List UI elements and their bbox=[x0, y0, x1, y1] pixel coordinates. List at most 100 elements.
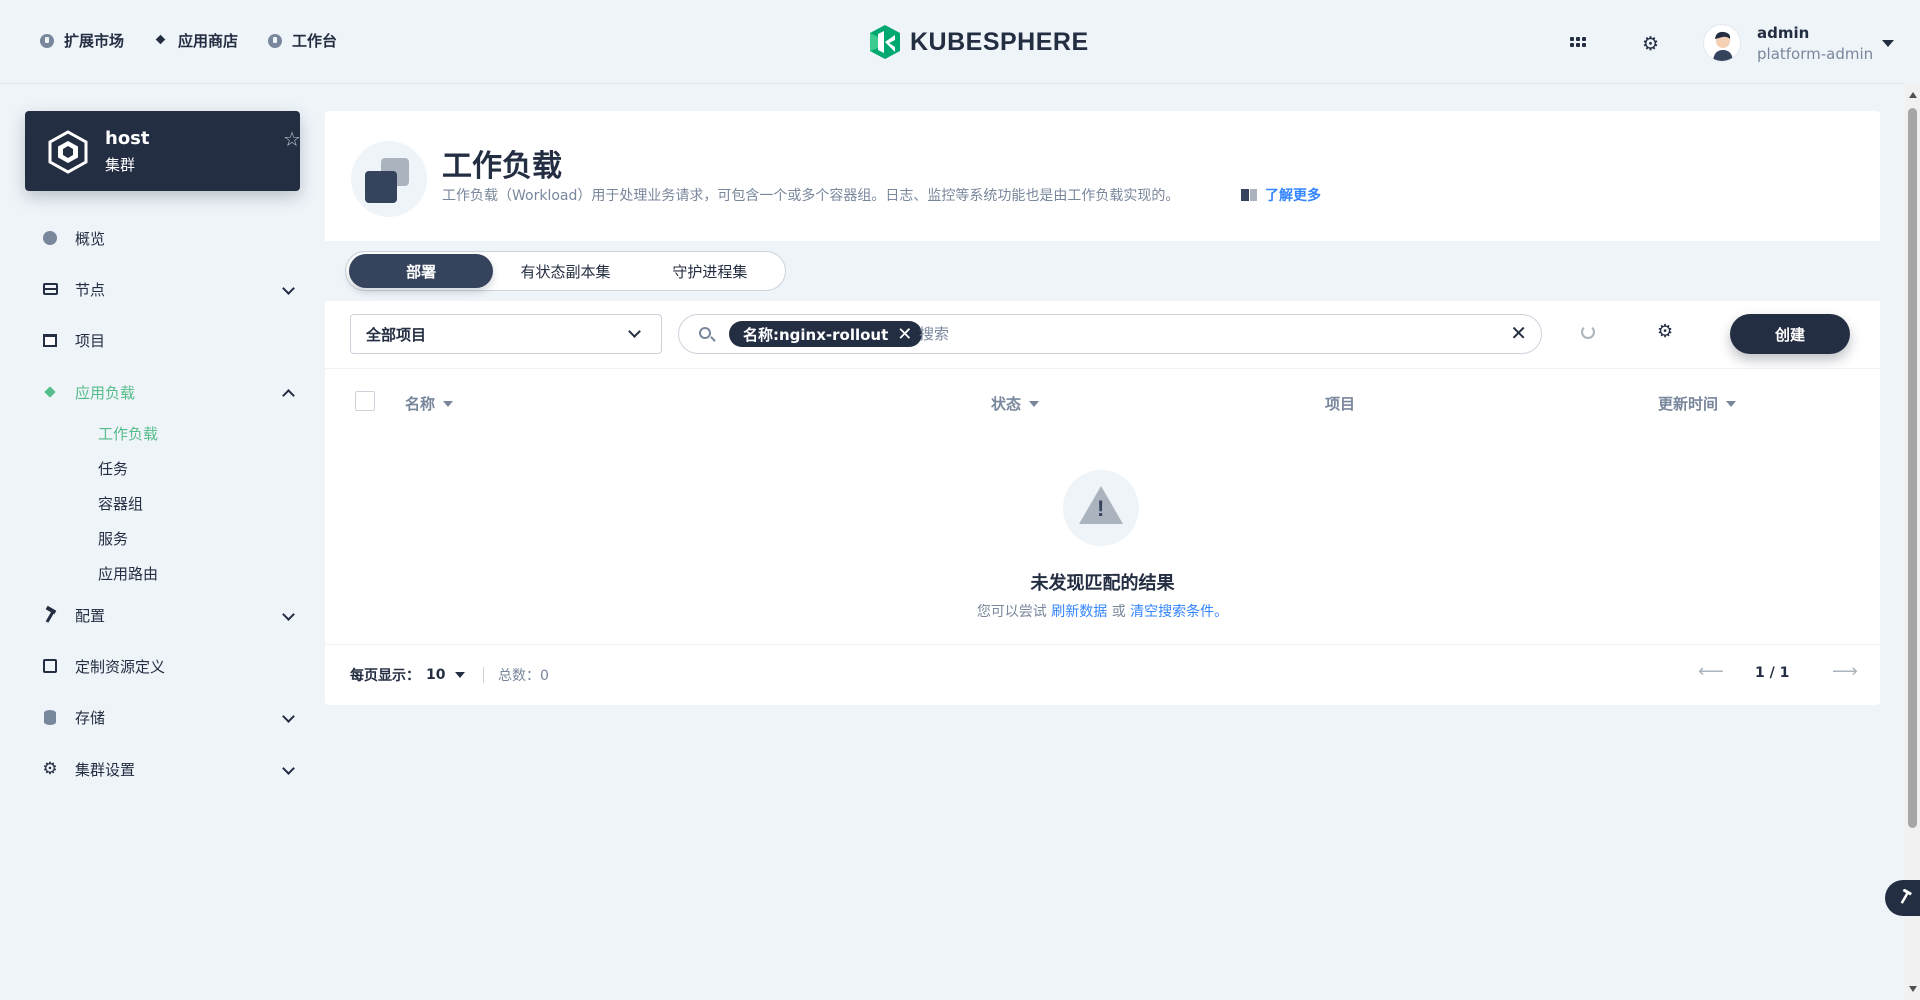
sort-caret-icon bbox=[1029, 400, 1040, 407]
total-label: 总数： bbox=[498, 668, 540, 684]
search-input[interactable] bbox=[919, 323, 1479, 345]
sidebar-item-label: 配置 bbox=[75, 606, 106, 625]
project-select-value: 全部项目 bbox=[366, 325, 427, 344]
nav-workbench[interactable]: 工作台 bbox=[268, 30, 337, 51]
chevron-down-icon bbox=[455, 672, 466, 678]
column-header-updated-time[interactable]: 更新时间 bbox=[1658, 393, 1737, 414]
create-button[interactable]: 创建 bbox=[1730, 314, 1850, 354]
favorite-star-icon[interactable]: ☆ bbox=[283, 127, 301, 151]
top-nav: 扩展市场 应用商店 工作台 bbox=[40, 30, 337, 51]
scroll-up-arrow-icon[interactable] bbox=[1909, 92, 1917, 98]
storage-icon bbox=[42, 709, 58, 725]
learn-more-link[interactable]: 了解更多 bbox=[1241, 185, 1321, 205]
sort-caret-icon bbox=[443, 400, 454, 407]
kubesphere-logo[interactable]: KUBESPHERE bbox=[868, 24, 1089, 60]
sidebar-item-overview[interactable]: 概览 bbox=[25, 223, 300, 253]
clear-search-icon[interactable]: ✕ bbox=[1510, 321, 1527, 345]
book-icon bbox=[1241, 189, 1257, 201]
column-header-name[interactable]: 名称 bbox=[405, 393, 454, 414]
sort-caret-icon bbox=[1726, 400, 1737, 407]
chevron-down-icon bbox=[282, 710, 295, 723]
sidebar-item-crd[interactable]: 定制资源定义 bbox=[25, 651, 300, 681]
overview-icon bbox=[42, 230, 58, 246]
sidebar-item-nodes[interactable]: 节点 bbox=[25, 274, 300, 304]
column-header-label: 项目 bbox=[1325, 395, 1356, 413]
close-icon[interactable]: ✕ bbox=[897, 324, 912, 345]
scroll-thumb[interactable] bbox=[1908, 108, 1917, 828]
empty-result-hint: 您可以尝试 刷新数据 或 清空搜索条件。 bbox=[325, 601, 1880, 621]
workload-type-tabs: 部署 有状态副本集 守护进程集 bbox=[345, 251, 786, 291]
sidebar-item-label: 存储 bbox=[75, 708, 106, 727]
configuration-icon bbox=[42, 607, 58, 623]
toolbox-button[interactable] bbox=[1885, 880, 1920, 916]
sidebar-item-cluster-settings[interactable]: ⚙ 集群设置 bbox=[25, 754, 300, 784]
select-all-checkbox[interactable] bbox=[355, 391, 375, 411]
empty-result-title: 未发现匹配的结果 bbox=[1030, 573, 1175, 594]
cluster-settings-icon: ⚙ bbox=[42, 758, 58, 779]
tab-deployments[interactable]: 部署 bbox=[349, 254, 494, 288]
sidebar-item-label: 集群设置 bbox=[75, 760, 136, 779]
sidebar-subitem-services[interactable]: 服务 bbox=[98, 528, 128, 549]
cluster-subtitle: 集群 bbox=[105, 156, 136, 174]
cluster-card[interactable]: host 集群 ☆ bbox=[25, 111, 301, 191]
nav-extension-market-label: 扩展市场 bbox=[64, 32, 125, 50]
top-header: 扩展市场 应用商店 工作台 KUBESPHERE ⚙ admin platfor… bbox=[0, 0, 1905, 84]
column-header-project: 项目 bbox=[1325, 393, 1355, 414]
sidebar-subitem-workloads[interactable]: 工作负载 bbox=[98, 423, 158, 444]
nav-app-store[interactable]: 应用商店 bbox=[154, 30, 238, 51]
page-banner: 工作负载 工作负载（Workload）用于处理业务请求，可包含一个或多个容器组。… bbox=[325, 111, 1880, 241]
sidebar-item-configuration[interactable]: 配置 bbox=[25, 600, 300, 630]
learn-more-label: 了解更多 bbox=[1265, 188, 1321, 204]
tab-daemonsets[interactable]: 守护进程集 bbox=[638, 254, 782, 288]
clear-search-link[interactable]: 清空搜索条件。 bbox=[1130, 604, 1228, 620]
user-menu-caret-icon[interactable] bbox=[1882, 40, 1894, 47]
table-settings-gear-icon[interactable]: ⚙ bbox=[1657, 321, 1673, 342]
sidebar-item-app-workloads[interactable]: 应用负载 bbox=[25, 377, 300, 407]
cluster-name: host bbox=[105, 128, 150, 149]
column-header-label: 状态 bbox=[991, 395, 1022, 413]
chevron-down-icon bbox=[282, 282, 295, 295]
next-page-arrow-icon[interactable]: ⟶ bbox=[1832, 661, 1858, 682]
filter-tag[interactable]: 名称:nginx-rollout ✕ bbox=[729, 321, 923, 347]
app-workloads-icon bbox=[42, 384, 58, 400]
nav-workbench-label: 工作台 bbox=[292, 32, 338, 50]
per-page-value: 10 bbox=[426, 667, 446, 683]
workload-icon bbox=[351, 141, 427, 217]
page-title: 工作负载 bbox=[442, 149, 562, 184]
warning-icon: ! bbox=[1063, 470, 1139, 546]
total-count: 总数：0 bbox=[498, 665, 549, 685]
search-bar[interactable]: 名称:nginx-rollout ✕ ✕ bbox=[678, 314, 1542, 354]
table-toolbar: 全部项目 名称:nginx-rollout ✕ ✕ ⚙ 创建 bbox=[325, 301, 1880, 369]
sidebar-item-projects[interactable]: 项目 bbox=[25, 325, 300, 355]
tab-statefulsets[interactable]: 有状态副本集 bbox=[493, 254, 637, 288]
filter-tag-label: 名称:nginx-rollout bbox=[743, 325, 889, 344]
sidebar-item-label: 项目 bbox=[75, 331, 106, 350]
apps-grid-icon[interactable] bbox=[1570, 37, 1586, 47]
page-indicator: 1 / 1 bbox=[1755, 665, 1790, 681]
scroll-down-arrow-icon[interactable] bbox=[1909, 986, 1917, 992]
page-scrollbar[interactable] bbox=[1905, 84, 1920, 1000]
avatar[interactable] bbox=[1703, 24, 1741, 62]
sidebar-subitem-jobs[interactable]: 任务 bbox=[98, 458, 128, 479]
kubesphere-logo-icon bbox=[870, 25, 900, 59]
project-select[interactable]: 全部项目 bbox=[350, 314, 662, 354]
refresh-icon[interactable] bbox=[1581, 325, 1595, 339]
empty-hint-prefix: 您可以尝试 bbox=[976, 604, 1047, 620]
user-name[interactable]: admin bbox=[1757, 24, 1809, 42]
sidebar-subitem-ingresses[interactable]: 应用路由 bbox=[98, 563, 158, 584]
prev-page-arrow-icon[interactable]: ⟵ bbox=[1698, 661, 1724, 682]
crd-icon bbox=[42, 658, 58, 674]
user-role: platform-admin bbox=[1757, 45, 1874, 63]
column-header-label: 名称 bbox=[405, 395, 436, 413]
search-icon bbox=[699, 327, 711, 339]
workload-table: 名称 状态 项目 更新时间 ! 未发现匹配的结果 您可以尝试 刷新数据 或 清空… bbox=[325, 369, 1880, 644]
refresh-data-link[interactable]: 刷新数据 bbox=[1051, 604, 1107, 620]
sidebar-item-label: 应用负载 bbox=[75, 383, 136, 402]
nav-extension-market[interactable]: 扩展市场 bbox=[40, 30, 124, 51]
sidebar-subitem-pods[interactable]: 容器组 bbox=[98, 493, 143, 514]
chevron-down-icon bbox=[282, 608, 295, 621]
platform-settings-gear-icon[interactable]: ⚙ bbox=[1642, 33, 1659, 55]
column-header-status[interactable]: 状态 bbox=[991, 393, 1040, 414]
sidebar-item-storage[interactable]: 存储 bbox=[25, 702, 300, 732]
per-page-select[interactable]: 每页显示： 10 bbox=[350, 665, 466, 685]
